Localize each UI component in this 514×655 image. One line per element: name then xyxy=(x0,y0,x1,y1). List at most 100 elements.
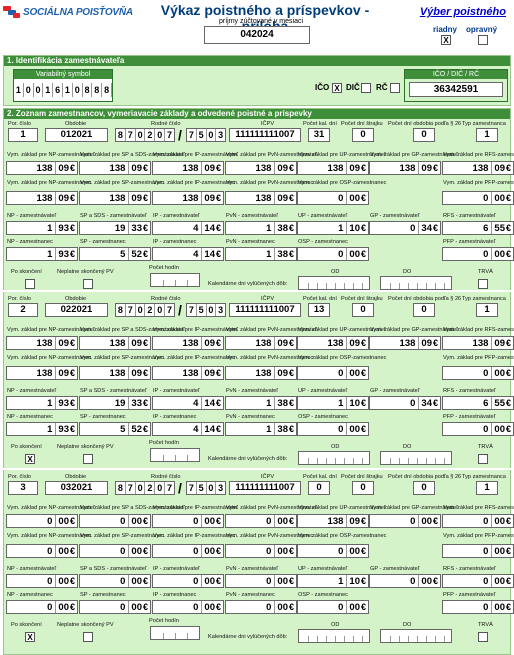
icpv-field[interactable]: 111111111007 xyxy=(229,303,301,317)
typ-field[interactable]: 1 xyxy=(476,128,498,142)
amount-r4-4[interactable]: 0 00 € xyxy=(297,247,369,261)
amount-r1-3[interactable]: 138 09 € xyxy=(225,336,297,350)
amount-r1-0[interactable]: 0 00 € xyxy=(6,514,78,528)
amount-r1-2[interactable]: 138 09 € xyxy=(152,161,224,175)
amount-r4-1[interactable]: 5 52 € xyxy=(79,247,151,261)
po-skonceni-checkbox[interactable]: X xyxy=(25,454,35,464)
amount-r2-0[interactable]: 138 09 € xyxy=(6,366,78,380)
amount-r3-3[interactable]: 0 00 € xyxy=(225,574,297,588)
obdobie-field[interactable]: 012021 xyxy=(45,128,108,142)
rodne-cislo-part1[interactable]: 870207 xyxy=(115,128,175,142)
amount-r4-0[interactable]: 1 93 € xyxy=(6,247,78,261)
amount-r2-3[interactable]: 138 09 € xyxy=(225,366,297,380)
pocet-hodin-field[interactable] xyxy=(150,273,200,287)
amount-r3-0[interactable]: 0 00 € xyxy=(6,574,78,588)
amount-r1-5[interactable]: 138 09 € xyxy=(369,161,441,175)
amount-r2-4[interactable]: 0 00 € xyxy=(297,366,369,380)
id-value[interactable]: 36342591 xyxy=(409,82,503,97)
amount-r3-5[interactable]: 0 00 € xyxy=(369,574,441,588)
amount-r3-0[interactable]: 1 93 € xyxy=(6,396,78,410)
amount-r2-4[interactable]: 0 00 € xyxy=(297,544,369,558)
obdobie-26-field[interactable]: 0 xyxy=(413,128,435,142)
do-date-field[interactable] xyxy=(380,629,452,643)
amount-r2-3[interactable]: 138 09 € xyxy=(225,191,297,205)
amount-r1-4[interactable]: 138 09 € xyxy=(297,336,369,350)
strajk-field[interactable]: 0 xyxy=(352,128,374,142)
ico-checkbox[interactable]: X xyxy=(332,83,342,93)
amount-r4-2[interactable]: 0 00 € xyxy=(152,600,224,614)
amount-r3-6[interactable]: 6 55 € xyxy=(442,221,514,235)
amount-r3-4[interactable]: 1 10 € xyxy=(297,574,369,588)
do-date-field[interactable] xyxy=(380,276,452,290)
amount-r3-3[interactable]: 1 38 € xyxy=(225,221,297,235)
amount-r1-4[interactable]: 138 09 € xyxy=(297,514,369,528)
amount-r1-2[interactable]: 0 00 € xyxy=(152,514,224,528)
po-skonceni-checkbox[interactable]: X xyxy=(25,632,35,642)
amount-r3-5[interactable]: 0 34 € xyxy=(369,221,441,235)
amount-r2-2[interactable]: 138 09 € xyxy=(152,366,224,380)
por-field[interactable]: 2 xyxy=(8,303,38,317)
amount-r1-1[interactable]: 138 09 € xyxy=(79,336,151,350)
amount-r3-6[interactable]: 6 55 € xyxy=(442,396,514,410)
obdobie-26-field[interactable]: 0 xyxy=(413,481,435,495)
pocet-hodin-field[interactable] xyxy=(150,448,200,462)
amount-r4-0[interactable]: 1 93 € xyxy=(6,422,78,436)
rodne-cislo-part2[interactable]: 7503 xyxy=(186,128,226,142)
obdobie-26-field[interactable]: 0 xyxy=(413,303,435,317)
vyber-poistneho-link[interactable]: Výber poistného xyxy=(420,6,506,18)
typ-field[interactable]: 1 xyxy=(476,303,498,317)
amount-r1-1[interactable]: 138 09 € xyxy=(79,161,151,175)
amount-r4-4[interactable]: 0 00 € xyxy=(297,422,369,436)
amount-r2-0[interactable]: 138 09 € xyxy=(6,191,78,205)
trva-checkbox[interactable] xyxy=(478,279,488,289)
amount-r4-4[interactable]: 0 00 € xyxy=(297,600,369,614)
neplatne-checkbox[interactable] xyxy=(83,279,93,289)
amount-r1-3[interactable]: 138 09 € xyxy=(225,161,297,175)
period-input[interactable]: 042024 xyxy=(204,26,310,44)
amount-r1-1[interactable]: 0 00 € xyxy=(79,514,151,528)
rodne-cislo-part1[interactable]: 870207 xyxy=(115,481,175,495)
trva-checkbox[interactable] xyxy=(478,454,488,464)
amount-r3-4[interactable]: 1 10 € xyxy=(297,221,369,235)
por-field[interactable]: 1 xyxy=(8,128,38,142)
amount-r2-1[interactable]: 138 09 € xyxy=(79,366,151,380)
amount-r4-6[interactable]: 0 00 € xyxy=(442,422,514,436)
rc-checkbox[interactable] xyxy=(390,83,400,93)
po-skonceni-checkbox[interactable] xyxy=(25,279,35,289)
amount-r1-6[interactable]: 138 09 € xyxy=(442,161,514,175)
amount-r1-4[interactable]: 138 09 € xyxy=(297,161,369,175)
radny-checkbox[interactable]: X xyxy=(441,35,451,45)
amount-r4-2[interactable]: 4 14 € xyxy=(152,422,224,436)
amount-r3-6[interactable]: 0 00 € xyxy=(442,574,514,588)
amount-r3-2[interactable]: 4 14 € xyxy=(152,396,224,410)
do-date-field[interactable] xyxy=(380,451,452,465)
amount-r2-2[interactable]: 138 09 € xyxy=(152,191,224,205)
amount-r1-5[interactable]: 0 00 € xyxy=(369,514,441,528)
amount-r3-1[interactable]: 19 33 € xyxy=(79,221,151,235)
pocet-kal-dni-field[interactable]: 31 xyxy=(308,128,330,142)
amount-r3-3[interactable]: 1 38 € xyxy=(225,396,297,410)
opravny-checkbox[interactable] xyxy=(478,35,488,45)
amount-r4-3[interactable]: 0 00 € xyxy=(225,600,297,614)
amount-r1-0[interactable]: 138 09 € xyxy=(6,161,78,175)
obdobie-field[interactable]: 022021 xyxy=(45,303,108,317)
amount-r1-6[interactable]: 138 09 € xyxy=(442,336,514,350)
amount-r3-4[interactable]: 1 10 € xyxy=(297,396,369,410)
rodne-cislo-part2[interactable]: 7503 xyxy=(186,481,226,495)
pocet-kal-dni-field[interactable]: 13 xyxy=(308,303,330,317)
amount-r2-6[interactable]: 0 00 € xyxy=(442,366,514,380)
amount-r1-6[interactable]: 0 00 € xyxy=(442,514,514,528)
amount-r1-3[interactable]: 0 00 € xyxy=(225,514,297,528)
trva-checkbox[interactable] xyxy=(478,632,488,642)
amount-r4-3[interactable]: 1 38 € xyxy=(225,422,297,436)
amount-r4-2[interactable]: 4 14 € xyxy=(152,247,224,261)
neplatne-checkbox[interactable] xyxy=(83,454,93,464)
strajk-field[interactable]: 0 xyxy=(352,303,374,317)
od-date-field[interactable] xyxy=(298,629,370,643)
pocet-hodin-field[interactable] xyxy=(150,626,200,640)
amount-r3-0[interactable]: 1 93 € xyxy=(6,221,78,235)
amount-r2-6[interactable]: 0 00 € xyxy=(442,191,514,205)
amount-r1-0[interactable]: 138 09 € xyxy=(6,336,78,350)
amount-r2-1[interactable]: 138 09 € xyxy=(79,191,151,205)
amount-r4-6[interactable]: 0 00 € xyxy=(442,600,514,614)
